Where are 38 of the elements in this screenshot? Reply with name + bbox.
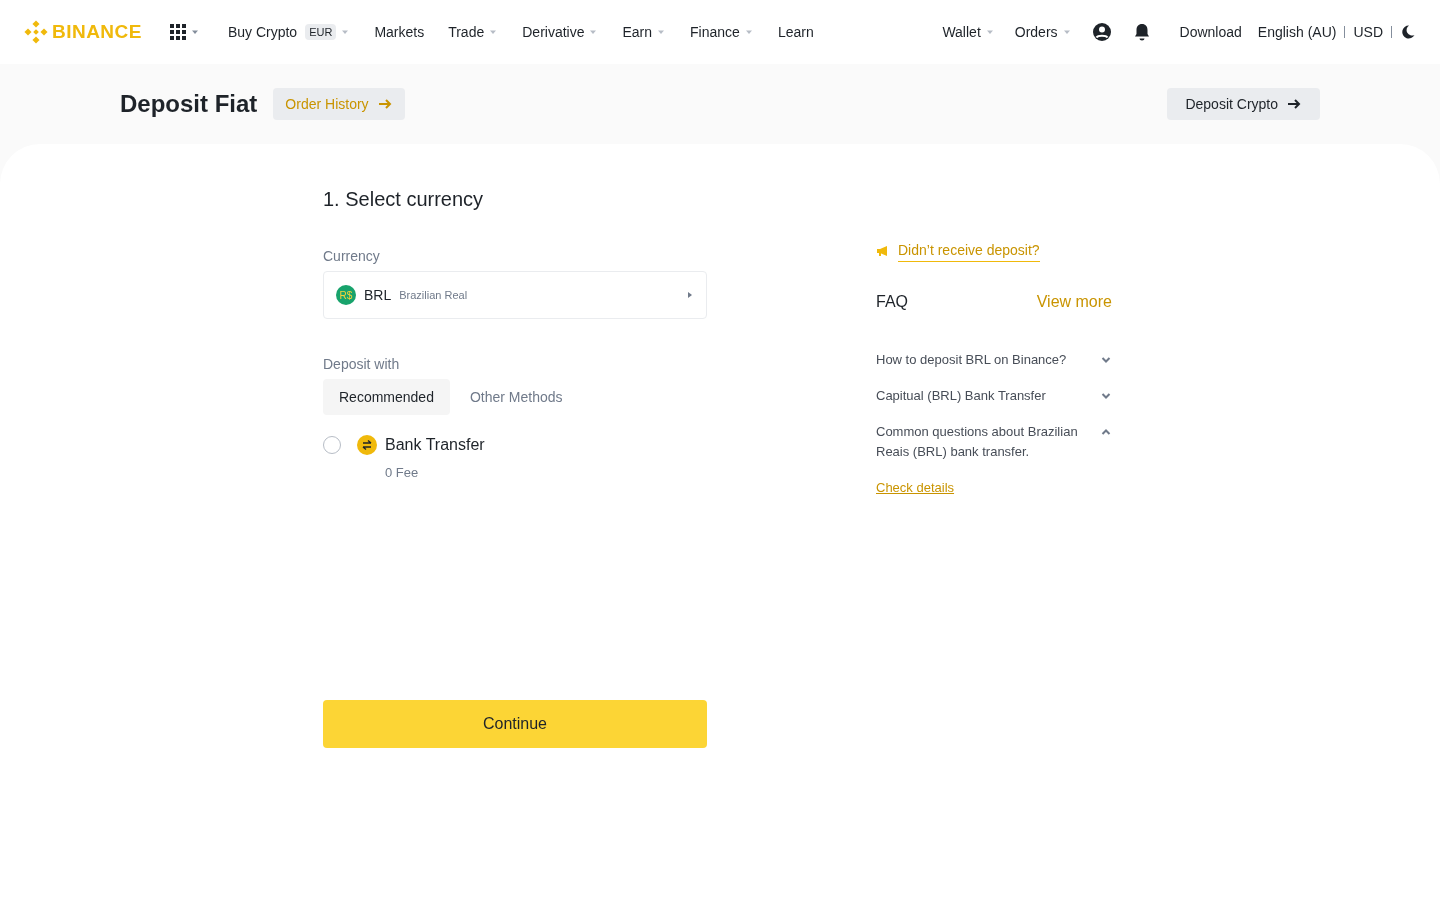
language-selector[interactable]: English (AU) xyxy=(1257,21,1337,43)
step-heading: 1. Select currency xyxy=(323,187,485,212)
nav-link[interactable]: Trade xyxy=(448,21,485,43)
currency-name: Brazilian Real xyxy=(399,287,468,303)
field-label: Currency xyxy=(323,247,381,266)
transfer-arrows-icon xyxy=(357,435,377,455)
nav-link[interactable]: Buy Crypto xyxy=(227,21,298,43)
method-name: Bank Transfer xyxy=(385,435,485,455)
currency-select[interactable]: R$ BRL Brazilian Real xyxy=(323,271,707,319)
nav-link[interactable]: Markets xyxy=(374,21,425,43)
account-icon[interactable] xyxy=(1091,22,1112,42)
apps-grid-icon[interactable] xyxy=(169,24,186,40)
moon-icon[interactable] xyxy=(1400,24,1416,40)
caret-icon xyxy=(686,291,694,299)
page-title: Deposit Fiat xyxy=(120,89,258,119)
download-link[interactable]: Download xyxy=(1179,21,1242,43)
nav-link[interactable]: Wallet xyxy=(942,21,981,43)
continue-button[interactable]: Continue xyxy=(323,700,707,748)
logo-icon xyxy=(24,20,48,44)
method-tab[interactable]: Other Methods xyxy=(453,379,579,415)
nav-link[interactable]: Finance xyxy=(690,21,740,43)
faq-question[interactable]: Common questions about Brazilian Reais (BRL) bank transfer. xyxy=(876,422,1084,462)
faq-heading: FAQ xyxy=(876,292,908,312)
nav-link[interactable]: Learn xyxy=(777,21,814,43)
brl-coin-icon: R$ xyxy=(336,285,356,305)
faq-question[interactable]: Capitual (BRL) Bank Transfer xyxy=(876,386,1084,406)
nav-link[interactable]: Derivative xyxy=(522,21,585,43)
currency-code: BRL xyxy=(364,285,392,305)
deposit-crypto-button[interactable]: Deposit Crypto xyxy=(1167,88,1320,120)
method-tab[interactable]: Recommended xyxy=(323,379,450,415)
megaphone-icon xyxy=(876,245,890,257)
fee-text: 0 Fee xyxy=(385,464,420,482)
field-label: Deposit with xyxy=(323,355,401,374)
nav-link[interactable]: Earn xyxy=(622,21,653,43)
faq-question[interactable]: How to deposit BRL on Binance? xyxy=(876,350,1084,370)
currency-selector[interactable]: USD xyxy=(1353,21,1383,43)
currency-badge: EUR xyxy=(305,23,337,41)
nav-link[interactable]: Orders xyxy=(1014,21,1058,43)
